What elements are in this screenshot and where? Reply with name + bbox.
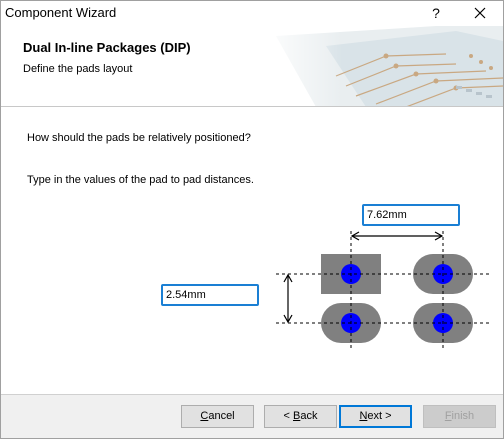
wizard-header: Dual In-line Packages (DIP) Define the p… xyxy=(1,26,503,107)
vertical-dimension-arrow xyxy=(283,273,293,324)
next-button[interactable]: Next > xyxy=(339,405,412,428)
close-icon xyxy=(474,7,486,19)
help-button[interactable]: ? xyxy=(425,2,447,24)
next-label: ext > xyxy=(367,410,392,422)
cancel-label: ancel xyxy=(208,410,235,422)
vertical-distance-input[interactable]: 2.54mm xyxy=(161,284,259,306)
horizontal-distance-input[interactable]: 7.62mm xyxy=(362,204,460,226)
page-subtitle: Define the pads layout xyxy=(23,63,133,75)
component-wizard-window: Component Wizard ? Dual In-line Packages… xyxy=(0,0,504,439)
close-button[interactable] xyxy=(465,2,495,24)
finish-mnemonic: F xyxy=(444,410,452,422)
horizontal-dimension-arrow xyxy=(350,231,444,241)
page-title: Dual In-line Packages (DIP) xyxy=(23,40,191,55)
pad-layout-diagram xyxy=(276,231,491,351)
title-bar: Component Wizard ? xyxy=(1,1,503,26)
pad-position-question: How should the pads be relatively positi… xyxy=(27,132,251,144)
window-title: Component Wizard xyxy=(5,5,117,20)
pcb-banner-image xyxy=(256,26,503,106)
pad-distance-instruction: Type in the values of the pad to pad dis… xyxy=(27,174,254,186)
finish-button[interactable]: Finish xyxy=(423,405,496,428)
back-prefix: < xyxy=(283,410,293,422)
cancel-button[interactable]: Cancel xyxy=(181,405,254,428)
back-label: ack xyxy=(300,410,318,422)
wizard-footer: Cancel < Back Next > Finish xyxy=(1,395,503,438)
finish-label: inish xyxy=(451,410,475,422)
back-button[interactable]: < Back xyxy=(264,405,337,428)
